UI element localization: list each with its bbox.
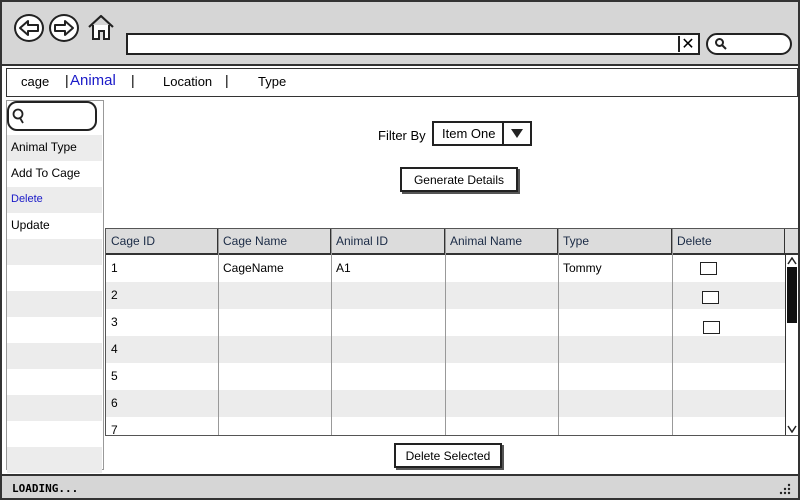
table-header: Cage ID Cage Name Animal ID Animal Name … (106, 229, 798, 255)
cell-type: Tommy (563, 261, 602, 275)
sidebar-item-empty (7, 317, 102, 343)
column-header-animal-id[interactable]: Animal ID (331, 229, 445, 253)
sidebar-list: Animal Type Add To Cage Delete Update (7, 135, 102, 473)
url-input[interactable]: ✕ (126, 33, 700, 55)
filter-dropdown-toggle[interactable] (502, 123, 530, 144)
sidebar-item-add-to-cage[interactable]: Add To Cage (7, 161, 102, 187)
column-divider (672, 229, 673, 435)
scroll-up-button[interactable] (786, 255, 798, 267)
delete-checkbox[interactable] (702, 291, 719, 304)
column-header-cage-id[interactable]: Cage ID (106, 229, 218, 253)
scroll-thumb[interactable] (787, 267, 797, 323)
delete-checkbox[interactable] (700, 262, 717, 275)
cell-animal-id: A1 (336, 261, 351, 275)
browser-search-input[interactable] (706, 33, 792, 55)
sidebar: Animal Type Add To Cage Delete Update (6, 100, 104, 473)
cell-cage-id: 6 (111, 396, 118, 410)
tab-location[interactable]: Location (163, 74, 212, 89)
column-divider (445, 229, 446, 435)
table-body: 1 CageName A1 Tommy 2 3 4 5 6 7 (106, 255, 798, 436)
table-row[interactable]: 5 (106, 363, 798, 390)
sidebar-item-animal-type[interactable]: Animal Type (7, 135, 102, 161)
forward-arrow-icon (54, 20, 74, 36)
table-row[interactable]: 1 CageName A1 Tommy (106, 255, 798, 282)
back-arrow-icon (19, 20, 39, 36)
sidebar-item-empty (7, 395, 102, 421)
cell-cage-id: 2 (111, 288, 118, 302)
tab-separator: | (225, 72, 229, 88)
tab-separator: | (131, 72, 135, 88)
sidebar-item-empty (7, 265, 102, 291)
cell-cage-id: 3 (111, 315, 118, 329)
table-row[interactable]: 4 (106, 336, 798, 363)
chevron-up-icon (787, 257, 797, 265)
table-row[interactable]: 6 (106, 390, 798, 417)
sidebar-item-empty (7, 421, 102, 447)
tab-bar: cage | Animal | Location | Type (6, 68, 798, 97)
tab-animal[interactable]: Animal (70, 72, 116, 89)
status-text: LOADING... (12, 482, 79, 495)
delete-selected-button[interactable]: Delete Selected (394, 443, 502, 468)
home-button[interactable] (86, 12, 116, 42)
triangle-down-icon (511, 129, 523, 138)
cell-cage-id: 5 (111, 369, 118, 383)
filter-dropdown[interactable]: Item One (432, 121, 532, 146)
column-header-delete[interactable]: Delete (672, 229, 785, 253)
column-header-animal-name[interactable]: Animal Name (445, 229, 558, 253)
tab-cage[interactable]: cage (21, 74, 49, 89)
status-bar: LOADING... (2, 474, 798, 498)
cell-cage-id: 4 (111, 342, 118, 356)
tab-separator: | (65, 72, 69, 88)
filter-selected-value: Item One (442, 126, 496, 141)
table-row[interactable]: 3 (106, 309, 798, 336)
resize-grip-icon[interactable] (778, 482, 792, 496)
column-divider (558, 229, 559, 435)
sidebar-item-delete[interactable]: Delete (7, 187, 102, 213)
sidebar-item-empty (7, 447, 102, 473)
search-icon (715, 38, 727, 50)
sidebar-item-update[interactable]: Update (7, 213, 102, 239)
back-button[interactable] (14, 14, 44, 42)
tab-type[interactable]: Type (258, 74, 286, 89)
cell-cage-id: 7 (111, 423, 118, 436)
home-icon (88, 14, 114, 40)
table-scrollbar[interactable] (785, 255, 798, 435)
delete-checkbox[interactable] (703, 321, 720, 334)
sidebar-item-empty (7, 369, 102, 395)
generate-details-button[interactable]: Generate Details (400, 167, 518, 192)
cage-table: Cage ID Cage Name Animal ID Animal Name … (105, 228, 798, 436)
close-icon: ✕ (681, 34, 695, 53)
forward-button[interactable] (49, 14, 79, 42)
column-header-cage-name[interactable]: Cage Name (218, 229, 331, 253)
scroll-down-button[interactable] (786, 423, 798, 435)
column-divider (331, 229, 332, 435)
search-icon (12, 108, 24, 124)
chevron-down-icon (787, 425, 797, 433)
cell-cage-id: 1 (111, 261, 118, 275)
table-row[interactable]: 2 (106, 282, 798, 309)
sidebar-search-input[interactable] (7, 101, 97, 131)
browser-window: ✕ cage | Animal | Location | Type Animal… (0, 0, 800, 500)
sidebar-item-empty (7, 343, 102, 369)
filter-label: Filter By (378, 128, 426, 143)
column-divider (218, 229, 219, 435)
cell-cage-name: CageName (223, 261, 284, 275)
table-row[interactable]: 7 (106, 417, 798, 436)
clear-url-button[interactable]: ✕ (678, 36, 696, 52)
browser-toolbar: ✕ (2, 2, 798, 66)
sidebar-item-empty (7, 291, 102, 317)
sidebar-item-empty (7, 239, 102, 265)
column-header-type[interactable]: Type (558, 229, 672, 253)
